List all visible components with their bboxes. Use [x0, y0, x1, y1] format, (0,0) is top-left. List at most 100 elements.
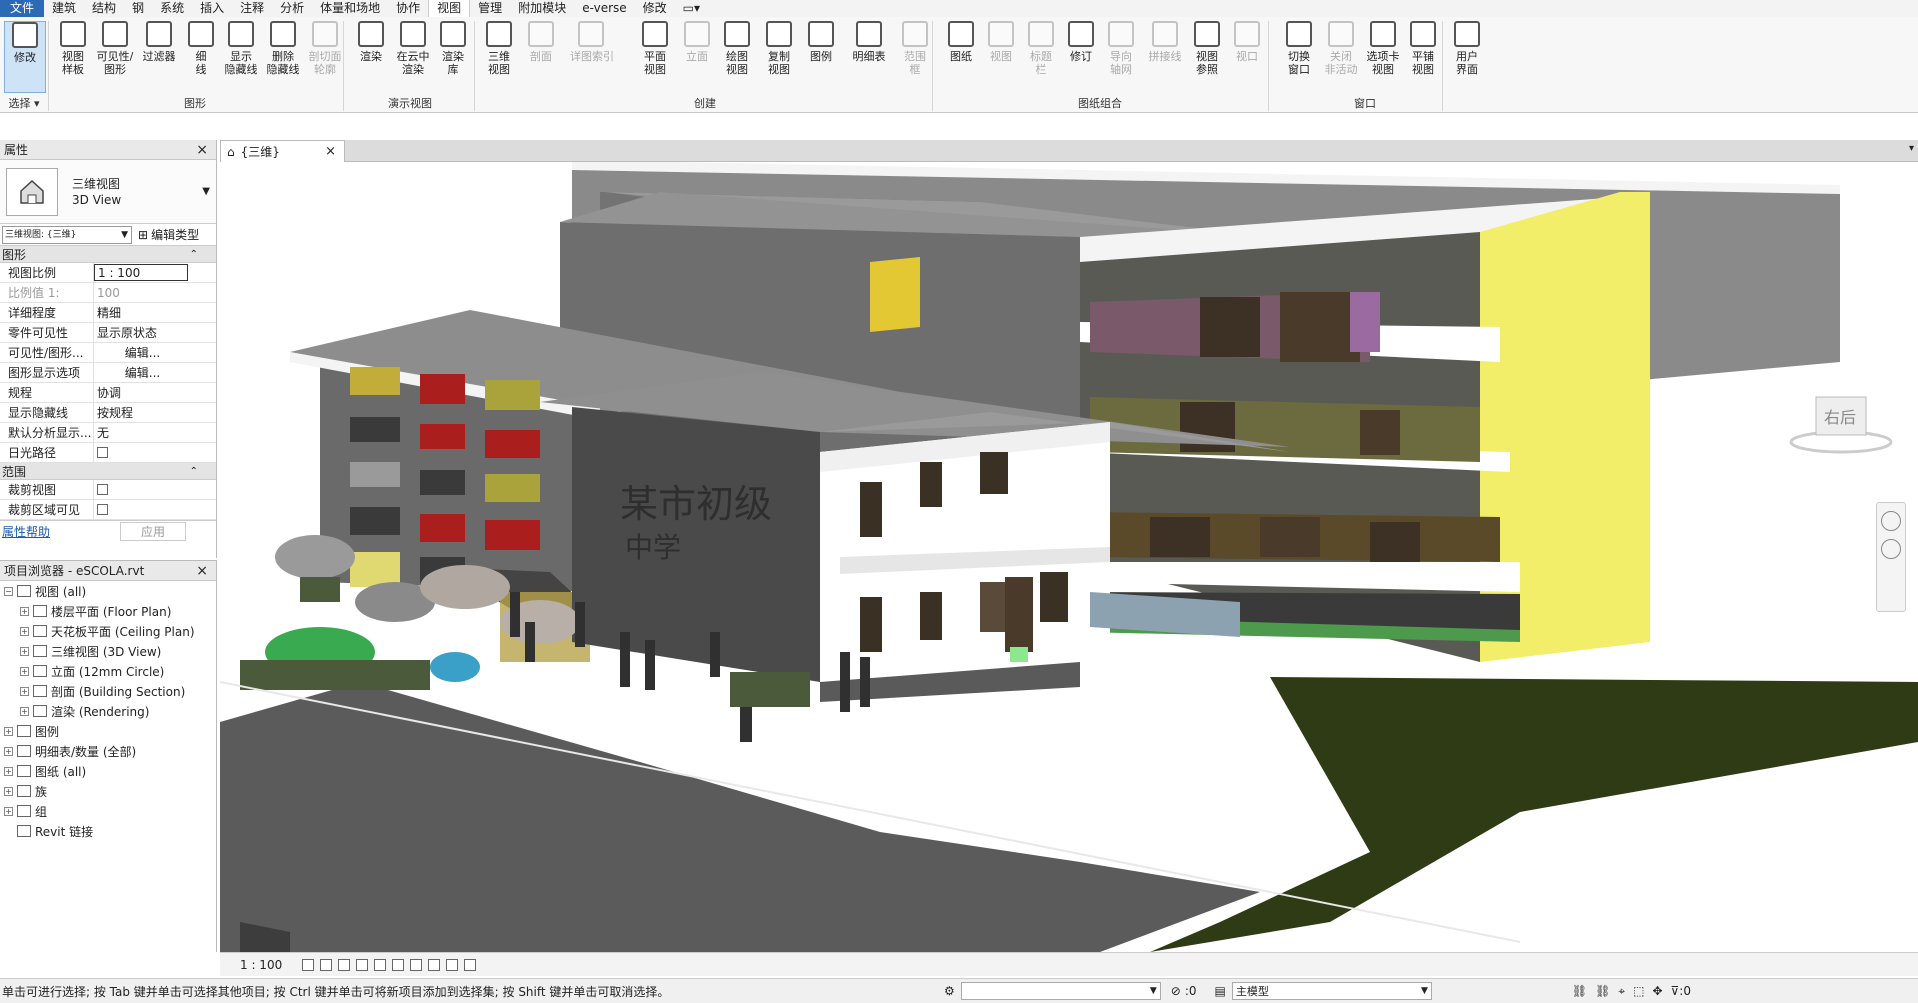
- select-by-face-icon[interactable]: ⬚: [1633, 984, 1644, 998]
- tab-3d-view[interactable]: ⌂ {三维} ×: [220, 140, 345, 162]
- browser-node[interactable]: + 组: [0, 801, 216, 821]
- ribbon-button[interactable]: 绘图 视图: [716, 21, 758, 76]
- property-value[interactable]: [94, 500, 188, 519]
- property-value[interactable]: 精细: [94, 303, 188, 322]
- menu-tab[interactable]: 结构: [84, 0, 124, 17]
- browser-node[interactable]: Revit 链接: [0, 821, 216, 841]
- ribbon-button[interactable]: 导向 轴网: [1100, 21, 1142, 76]
- expand-icon[interactable]: +: [4, 726, 13, 736]
- property-value[interactable]: 按规程: [94, 403, 188, 422]
- render-icon[interactable]: [374, 958, 387, 971]
- 3d-viewport[interactable]: 某市初级 中学 右后: [220, 162, 1918, 952]
- property-value[interactable]: 显示原状态: [94, 323, 188, 342]
- ribbon-button[interactable]: 图例: [800, 21, 842, 63]
- shadows-icon[interactable]: [356, 958, 369, 971]
- expand-icon[interactable]: +: [4, 806, 13, 816]
- browser-node[interactable]: + 明细表/数量 (全部): [0, 741, 216, 761]
- workset-dropdown[interactable]: ▼: [960, 982, 1161, 1000]
- menu-tab[interactable]: 体量和场地: [312, 0, 388, 17]
- ribbon-button[interactable]: 细 线: [180, 21, 222, 76]
- ribbon-button[interactable]: 详图索引: [570, 21, 614, 63]
- menu-tab[interactable]: 分析: [272, 0, 312, 17]
- crop-icon[interactable]: [392, 958, 405, 971]
- ribbon-button[interactable]: 标题 栏: [1020, 21, 1062, 76]
- property-value[interactable]: 无: [94, 423, 188, 442]
- apply-button[interactable]: 应用: [119, 522, 186, 541]
- editable-icon[interactable]: ⊘: [1171, 984, 1181, 998]
- expand-icon[interactable]: +: [20, 606, 29, 616]
- properties-help-link[interactable]: 属性帮助: [2, 523, 50, 540]
- property-value[interactable]: 编辑...: [94, 343, 188, 362]
- select-links-icon[interactable]: ⛓: [1572, 984, 1587, 998]
- menu-tab[interactable]: 附加模块: [510, 0, 574, 17]
- close-icon[interactable]: ×: [196, 563, 208, 579]
- expand-icon[interactable]: +: [20, 686, 29, 696]
- collapse-icon[interactable]: ⌃: [190, 466, 198, 477]
- section-extents[interactable]: 范围 ⌃: [0, 463, 216, 480]
- temporary-hide-icon[interactable]: [446, 958, 459, 971]
- browser-node[interactable]: + 剖面 (Building Section): [0, 681, 216, 701]
- property-value[interactable]: [94, 480, 188, 499]
- quick-access-icon[interactable]: ▭▾: [675, 0, 708, 17]
- steering-wheel-icon[interactable]: [1881, 511, 1901, 531]
- expand-icon[interactable]: +: [20, 666, 29, 676]
- expand-icon[interactable]: −: [4, 586, 13, 596]
- ribbon-button[interactable]: 视口: [1226, 21, 1268, 63]
- ribbon-button[interactable]: 用户 界面: [1446, 21, 1488, 76]
- close-icon[interactable]: ×: [325, 144, 336, 159]
- ribbon-button[interactable]: 图纸: [940, 21, 982, 63]
- ribbon-button[interactable]: 复制 视图: [758, 21, 800, 76]
- checkbox[interactable]: [97, 484, 108, 495]
- ribbon-button[interactable]: 视图 样板: [52, 21, 94, 76]
- ribbon-button[interactable]: 过滤器: [138, 21, 180, 63]
- type-selector[interactable]: 三维视图 3D View ▼: [0, 160, 216, 224]
- property-value[interactable]: [94, 443, 188, 462]
- browser-node[interactable]: + 图例: [0, 721, 216, 741]
- browser-node[interactable]: − 视图 (all): [0, 581, 216, 601]
- select-underlay-icon[interactable]: ⛓: [1595, 984, 1610, 998]
- property-value[interactable]: 协调: [94, 383, 188, 402]
- menu-tab[interactable]: 文件: [0, 0, 45, 17]
- expand-icon[interactable]: +: [20, 646, 29, 656]
- menu-tab[interactable]: 建筑: [44, 0, 84, 17]
- design-option-dropdown[interactable]: 主模型 ▼: [1231, 982, 1432, 1000]
- detail-level-icon[interactable]: [302, 958, 315, 971]
- menu-tab[interactable]: 管理: [470, 0, 510, 17]
- design-options-icon[interactable]: ▤: [1215, 984, 1226, 998]
- property-value[interactable]: 编辑...: [94, 363, 188, 382]
- crop-region-icon[interactable]: [410, 958, 423, 971]
- drag-elements-icon[interactable]: ✥: [1652, 984, 1662, 998]
- menu-tab[interactable]: e-verse: [574, 0, 634, 17]
- browser-node[interactable]: + 渲染 (Rendering): [0, 701, 216, 721]
- collapse-icon[interactable]: ⌃: [190, 249, 198, 260]
- ribbon-button[interactable]: 关闭 非活动: [1320, 21, 1362, 76]
- ribbon-button[interactable]: 立面: [676, 21, 718, 63]
- browser-node[interactable]: + 图纸 (all): [0, 761, 216, 781]
- select-pinned-icon[interactable]: ⌖: [1618, 984, 1625, 999]
- ribbon-button[interactable]: 渲染: [350, 21, 392, 63]
- ribbon-button[interactable]: 平铺 视图: [1402, 21, 1444, 76]
- zoom-icon[interactable]: [1881, 539, 1901, 559]
- ribbon-button[interactable]: 切换 窗口: [1278, 21, 1320, 76]
- browser-node[interactable]: + 天花板平面 (Ceiling Plan): [0, 621, 216, 641]
- ribbon-button[interactable]: 拼接线: [1144, 21, 1186, 63]
- close-icon[interactable]: ×: [196, 142, 208, 158]
- ribbon-button[interactable]: 剖切面 轮廓: [304, 21, 346, 76]
- menu-tab[interactable]: 协作: [388, 0, 428, 17]
- ribbon-button[interactable]: 平面 视图: [634, 21, 676, 76]
- expand-icon[interactable]: +: [4, 766, 13, 776]
- sun-path-icon[interactable]: [338, 958, 351, 971]
- expand-icon[interactable]: +: [20, 626, 29, 636]
- menu-tab[interactable]: 系统: [152, 0, 192, 17]
- ribbon-button[interactable]: 修改: [4, 21, 46, 93]
- checkbox[interactable]: [97, 447, 108, 458]
- ribbon-button[interactable]: 在云中 渲染: [392, 21, 434, 76]
- checkbox[interactable]: [97, 504, 108, 515]
- expand-icon[interactable]: +: [4, 786, 13, 796]
- menu-tab[interactable]: 修改: [635, 0, 675, 17]
- section-graphics[interactable]: 图形 ⌃: [0, 246, 216, 263]
- visual-style-icon[interactable]: [320, 958, 333, 971]
- expand-icon[interactable]: +: [20, 706, 29, 716]
- ribbon-button[interactable]: 渲染 库: [432, 21, 474, 76]
- view-cube[interactable]: 右后: [1786, 387, 1896, 457]
